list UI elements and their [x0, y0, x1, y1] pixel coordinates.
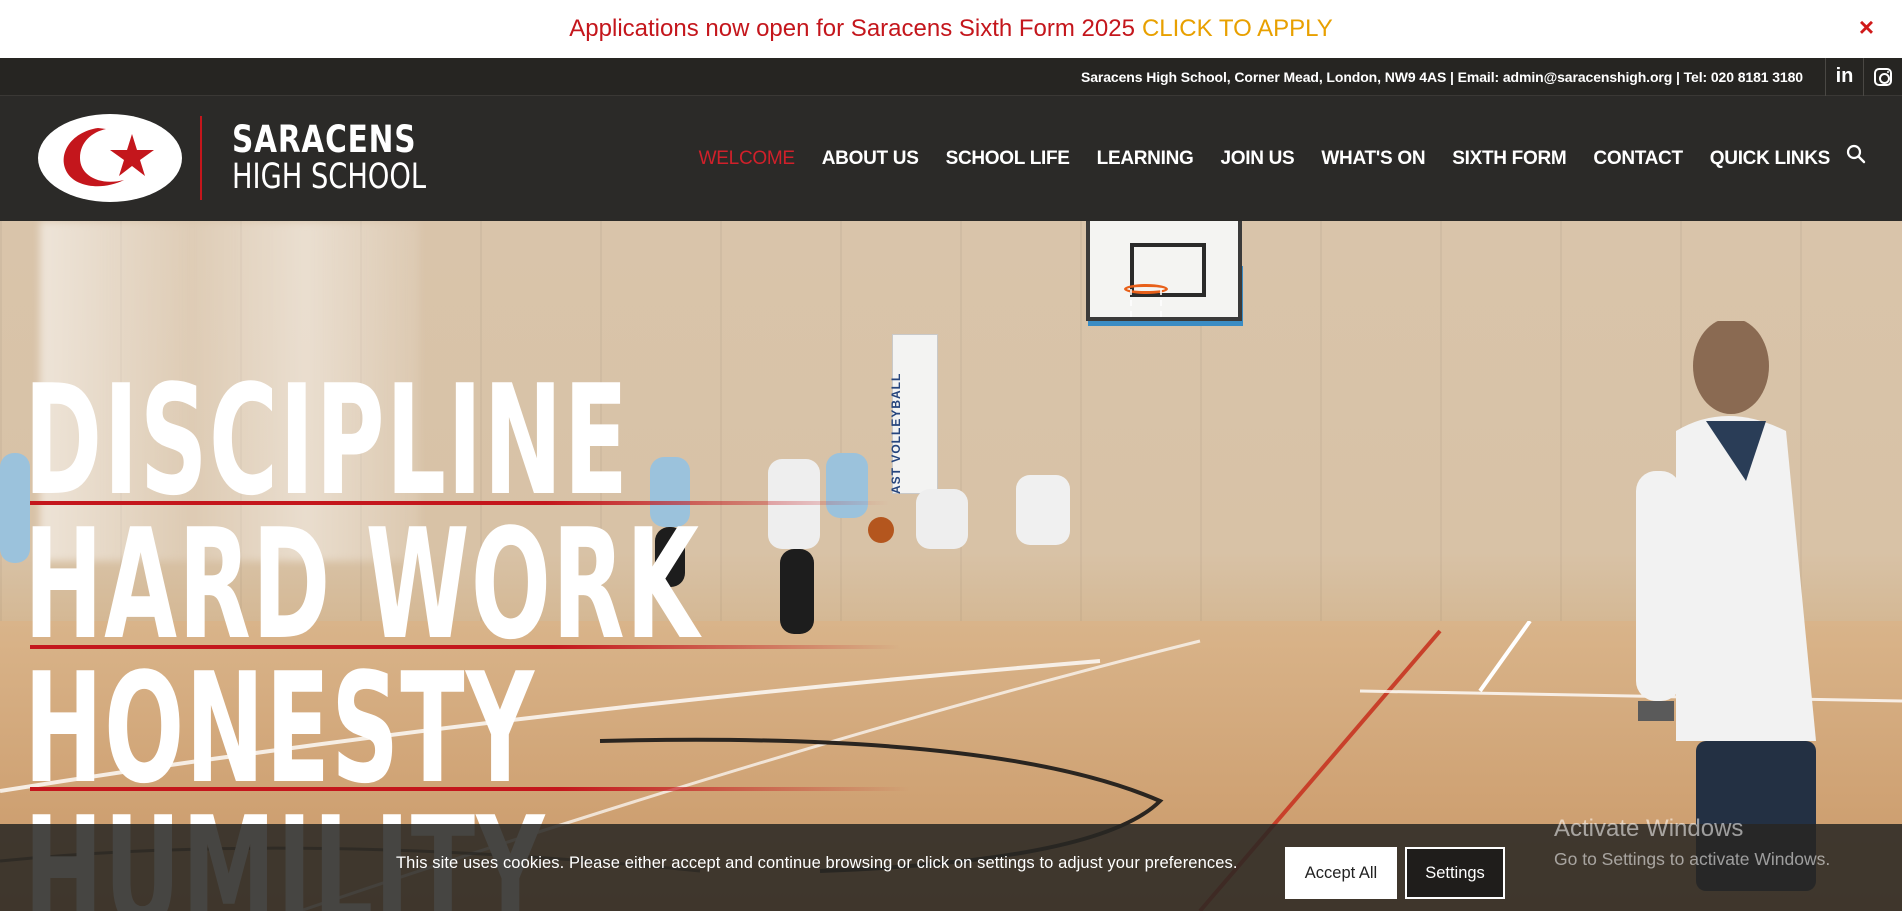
watermark-title: Activate Windows: [1554, 815, 1744, 842]
hero-video: AST VOLLEYBALL DISCIPLINE HARD WORK HONE…: [0, 221, 1902, 911]
search-icon[interactable]: [1846, 144, 1866, 164]
basketball-net: [1130, 289, 1162, 317]
main-nav: WELCOME ABOUT US SCHOOL LIFE LEARNING JO…: [672, 96, 1831, 221]
close-icon[interactable]: ×: [1859, 13, 1874, 41]
nav-welcome[interactable]: WELCOME: [699, 148, 795, 170]
hero-word-honesty: HONESTY: [24, 640, 536, 817]
logo-line-1: SARACENS: [232, 118, 417, 161]
logo-wordmark: SARACENS HIGH SCHOOL: [232, 121, 481, 195]
logo-line-2: HIGH SCHOOL: [232, 157, 427, 197]
hero-word-hard-work: HARD WORK: [24, 496, 701, 673]
nav-learning[interactable]: LEARNING: [1097, 148, 1194, 170]
hero-divider-line: [30, 501, 890, 505]
contact-info-bar: Saracens High School, Corner Mead, Londo…: [0, 57, 1902, 96]
nav-sixth-form[interactable]: SIXTH FORM: [1452, 148, 1566, 170]
nav-whats-on[interactable]: WHAT'S ON: [1321, 148, 1425, 170]
announcement-bar: Applications now open for Saracens Sixth…: [0, 0, 1902, 58]
accept-all-button[interactable]: Accept All: [1285, 847, 1397, 899]
activate-windows-watermark: Activate Windows Go to Settings to activ…: [1554, 815, 1830, 870]
nav-school-life[interactable]: SCHOOL LIFE: [946, 148, 1070, 170]
nav-about-us[interactable]: ABOUT US: [822, 148, 919, 170]
school-logo[interactable]: SARACENS HIGH SCHOOL: [36, 112, 481, 204]
saracens-crescent-star-icon: [38, 114, 182, 202]
hero-word-discipline: DISCIPLINE: [24, 352, 630, 529]
cookie-message: This site uses cookies. Please either ac…: [396, 854, 1238, 872]
site-header: SARACENS HIGH SCHOOL WELCOME ABOUT US SC…: [0, 96, 1902, 221]
apply-link[interactable]: CLICK TO APPLY: [1142, 15, 1333, 43]
logo-divider: [200, 116, 202, 200]
basketball-backboard: [1086, 221, 1242, 321]
watermark-subtitle: Go to Settings to activate Windows.: [1554, 849, 1831, 869]
linkedin-icon[interactable]: in: [1826, 57, 1864, 96]
hero-divider-line: [30, 787, 910, 791]
announcement-text: Applications now open for Saracens Sixth…: [569, 15, 1135, 42]
nav-join-us[interactable]: JOIN US: [1220, 148, 1294, 170]
nav-quick-links[interactable]: QUICK LINKS: [1710, 148, 1831, 170]
social-links: in: [1826, 57, 1902, 96]
cookie-settings-button[interactable]: Settings: [1405, 847, 1505, 899]
hero-divider-line: [30, 645, 900, 649]
school-address: Saracens High School, Corner Mead, Londo…: [1081, 57, 1826, 96]
nav-contact[interactable]: CONTACT: [1593, 148, 1683, 170]
instagram-icon[interactable]: [1864, 58, 1902, 96]
